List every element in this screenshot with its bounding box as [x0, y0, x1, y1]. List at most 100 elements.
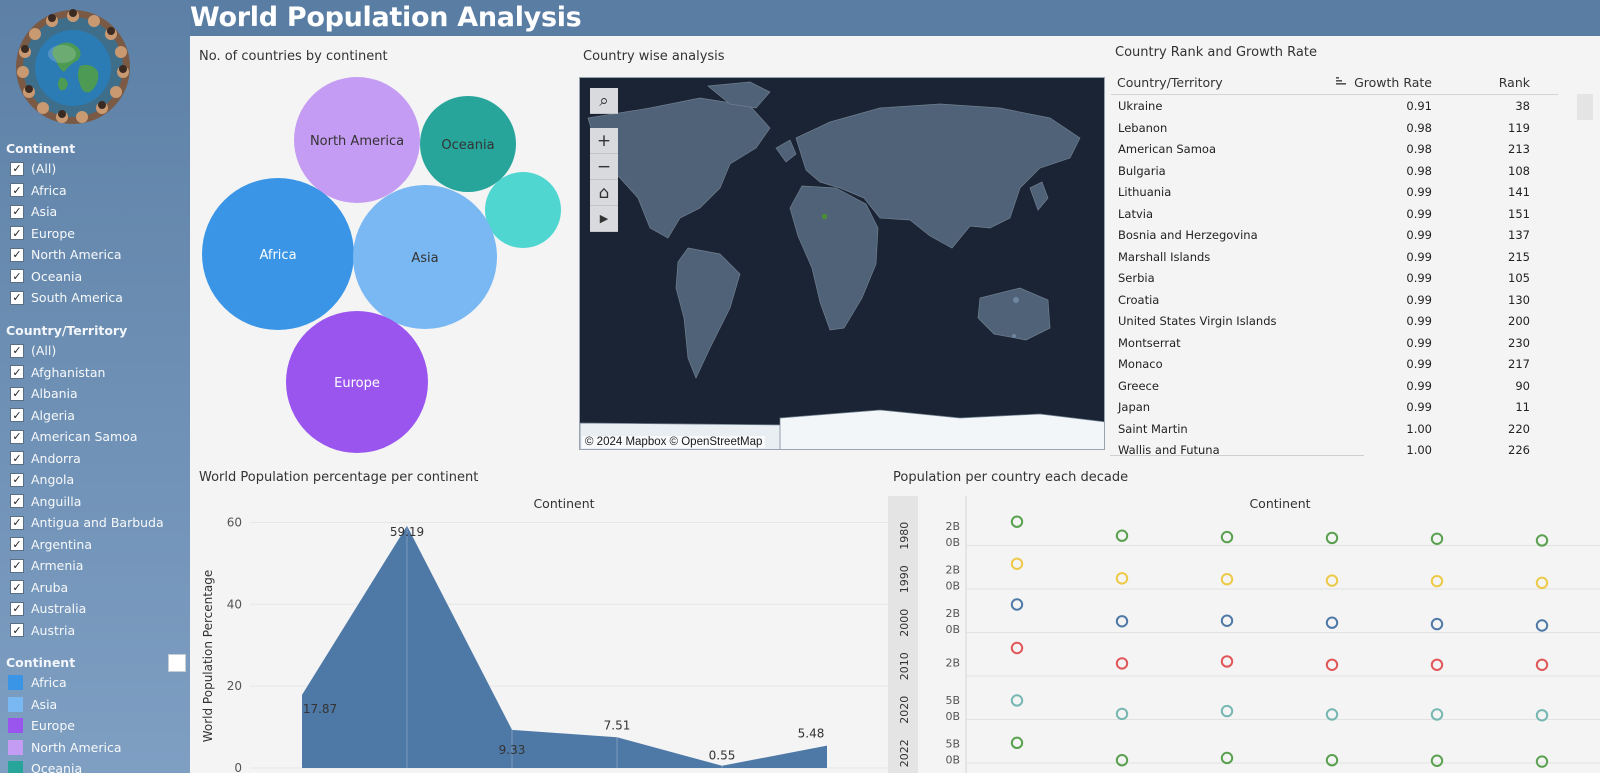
play-icon[interactable]: ▶ [590, 206, 618, 232]
table-row[interactable]: Croatia 0.99 130 [1110, 290, 1570, 312]
col-header-growth[interactable]: Growth Rate [1354, 75, 1432, 90]
checkbox-checked-icon[interactable]: ✓ [10, 269, 24, 284]
area-series[interactable] [302, 525, 827, 768]
continent-filter-item[interactable]: ✓ Africa [10, 180, 123, 202]
data-point[interactable] [1535, 534, 1549, 547]
data-point[interactable] [1010, 598, 1024, 611]
data-point[interactable] [1010, 641, 1024, 655]
country-filter-item[interactable]: ✓ Aruba [10, 577, 164, 599]
table-row[interactable]: Bulgaria 0.98 108 [1110, 161, 1570, 183]
checkbox-checked-icon[interactable]: ✓ [10, 623, 24, 638]
table-row[interactable]: Latvia 0.99 151 [1110, 204, 1570, 226]
legend-item[interactable]: Africa [8, 672, 122, 694]
table-row[interactable]: Bosnia and Herzegovina 0.99 137 [1110, 225, 1570, 247]
checkbox-checked-icon[interactable]: ✓ [10, 494, 24, 509]
data-point[interactable] [1325, 708, 1339, 721]
table-row[interactable]: Monaco 0.99 217 [1110, 354, 1570, 376]
checkbox-checked-icon[interactable]: ✓ [10, 204, 24, 219]
data-point[interactable] [1220, 530, 1234, 544]
data-point[interactable] [1325, 754, 1339, 767]
data-point[interactable] [1220, 704, 1234, 718]
continent-filter-item[interactable]: ✓ South America [10, 287, 123, 309]
table-row[interactable]: Wallis and Futuna 1.00 226 [1110, 440, 1570, 462]
checkbox-checked-icon[interactable]: ✓ [10, 290, 24, 305]
data-point[interactable] [1115, 529, 1129, 542]
continent-filter-item[interactable]: ✓ (All) [10, 158, 123, 180]
checkbox-checked-icon[interactable]: ✓ [10, 343, 24, 358]
data-point[interactable] [1325, 616, 1339, 629]
checkbox-checked-icon[interactable]: ✓ [10, 472, 24, 487]
table-row[interactable]: United States Virgin Islands 0.99 200 [1110, 311, 1570, 333]
col-header-country[interactable]: Country/Territory [1117, 75, 1223, 90]
legend-item[interactable]: North America [8, 737, 122, 759]
country-filter-item[interactable]: ✓ Argentina [10, 534, 164, 556]
data-point[interactable] [1325, 531, 1339, 545]
data-point[interactable] [1535, 755, 1549, 768]
checkbox-checked-icon[interactable]: ✓ [10, 161, 24, 176]
data-point[interactable] [1535, 619, 1549, 632]
checkbox-checked-icon[interactable]: ✓ [10, 365, 24, 380]
data-point[interactable] [1430, 574, 1444, 588]
checkbox-checked-icon[interactable]: ✓ [10, 515, 24, 530]
search-icon[interactable]: ⌕ [590, 88, 618, 114]
map-attribution[interactable]: © 2024 Mapbox © OpenStreetMap [582, 436, 766, 448]
data-point[interactable] [1115, 572, 1129, 585]
country-filter-item[interactable]: ✓ (All) [10, 340, 164, 362]
table-row[interactable]: Lebanon 0.98 119 [1110, 118, 1570, 140]
table-row[interactable]: Marshall Islands 0.99 215 [1110, 247, 1570, 269]
checkbox-checked-icon[interactable]: ✓ [10, 429, 24, 444]
continent-filter-item[interactable]: ✓ Europe [10, 223, 123, 245]
country-filter-item[interactable]: ✓ Andorra [10, 448, 164, 470]
data-point[interactable] [1325, 574, 1339, 587]
data-point[interactable] [1325, 658, 1339, 672]
checkbox-checked-icon[interactable]: ✓ [10, 580, 24, 595]
data-point[interactable] [1220, 614, 1234, 627]
data-point[interactable] [1430, 532, 1444, 545]
country-filter-item[interactable]: ✓ Algeria [10, 405, 164, 427]
data-point[interactable] [1010, 515, 1024, 528]
sort-icon[interactable] [1335, 74, 1347, 89]
data-point[interactable] [1430, 658, 1444, 672]
table-row[interactable]: American Samoa 0.98 213 [1110, 139, 1570, 161]
data-point[interactable] [1220, 655, 1234, 668]
data-point[interactable] [1220, 573, 1234, 586]
col-header-rank[interactable]: Rank [1499, 75, 1530, 90]
country-filter-item[interactable]: ✓ Albania [10, 383, 164, 405]
table-scrollbar[interactable] [1577, 94, 1593, 120]
data-point[interactable] [1010, 694, 1024, 707]
table-row[interactable]: Serbia 0.99 105 [1110, 268, 1570, 290]
checkbox-checked-icon[interactable]: ✓ [10, 408, 24, 423]
data-point[interactable] [1430, 708, 1444, 721]
legend-menu-button[interactable] [168, 654, 186, 672]
data-point[interactable] [1430, 754, 1444, 767]
data-point[interactable] [1010, 557, 1024, 571]
data-point[interactable] [1010, 736, 1024, 750]
checkbox-checked-icon[interactable]: ✓ [10, 247, 24, 262]
table-row[interactable]: Saint Martin 1.00 220 [1110, 419, 1570, 441]
checkbox-checked-icon[interactable]: ✓ [10, 226, 24, 241]
zoom-out-icon[interactable]: − [590, 154, 618, 180]
country-filter-item[interactable]: ✓ Antigua and Barbuda [10, 512, 164, 534]
data-point[interactable] [1535, 658, 1549, 672]
zoom-in-icon[interactable]: + [590, 128, 618, 154]
data-point[interactable] [1115, 657, 1129, 670]
table-row[interactable]: Japan 0.99 11 [1110, 397, 1570, 419]
data-point[interactable] [1535, 709, 1549, 722]
continent-filter-item[interactable]: ✓ Asia [10, 201, 123, 223]
checkbox-checked-icon[interactable]: ✓ [10, 183, 24, 198]
data-point[interactable] [1535, 576, 1549, 590]
country-filter-item[interactable]: ✓ Anguilla [10, 491, 164, 513]
data-point[interactable] [1115, 615, 1129, 628]
checkbox-checked-icon[interactable]: ✓ [10, 451, 24, 466]
continent-filter-item[interactable]: ✓ North America [10, 244, 123, 266]
table-row[interactable]: Greece 0.99 90 [1110, 376, 1570, 398]
table-row[interactable]: Ukraine 0.91 38 [1110, 96, 1570, 118]
country-filter-item[interactable]: ✓ American Samoa [10, 426, 164, 448]
legend-item[interactable]: Asia [8, 694, 122, 716]
continent-filter-item[interactable]: ✓ Oceania [10, 266, 123, 288]
country-filter-item[interactable]: ✓ Afghanistan [10, 362, 164, 384]
world-map[interactable]: ⌕ + − ⌂ ▶ © 2024 Mapbox © OpenStreetMap [579, 77, 1105, 450]
checkbox-checked-icon[interactable]: ✓ [10, 558, 24, 573]
country-filter-item[interactable]: ✓ Australia [10, 598, 164, 620]
data-point[interactable] [1115, 707, 1129, 721]
